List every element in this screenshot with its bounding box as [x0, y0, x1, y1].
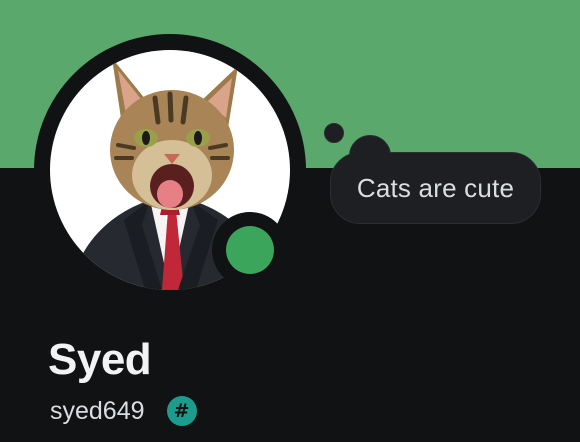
thought-bubble-dot — [324, 123, 344, 143]
custom-status-bubble[interactable]: Cats are cute — [330, 152, 541, 224]
display-name: Syed — [48, 335, 152, 384]
hashtag-symbol: # — [173, 399, 190, 422]
username-row: syed649 # — [50, 394, 197, 428]
online-status-icon — [226, 226, 274, 274]
profile-card: Cats are cute Syed syed649 # — [0, 0, 580, 442]
thought-bubble-joint — [351, 150, 389, 162]
custom-status-text: Cats are cute — [356, 172, 515, 203]
hashtag-icon[interactable]: # — [166, 396, 197, 426]
username[interactable]: syed649 — [50, 394, 145, 428]
